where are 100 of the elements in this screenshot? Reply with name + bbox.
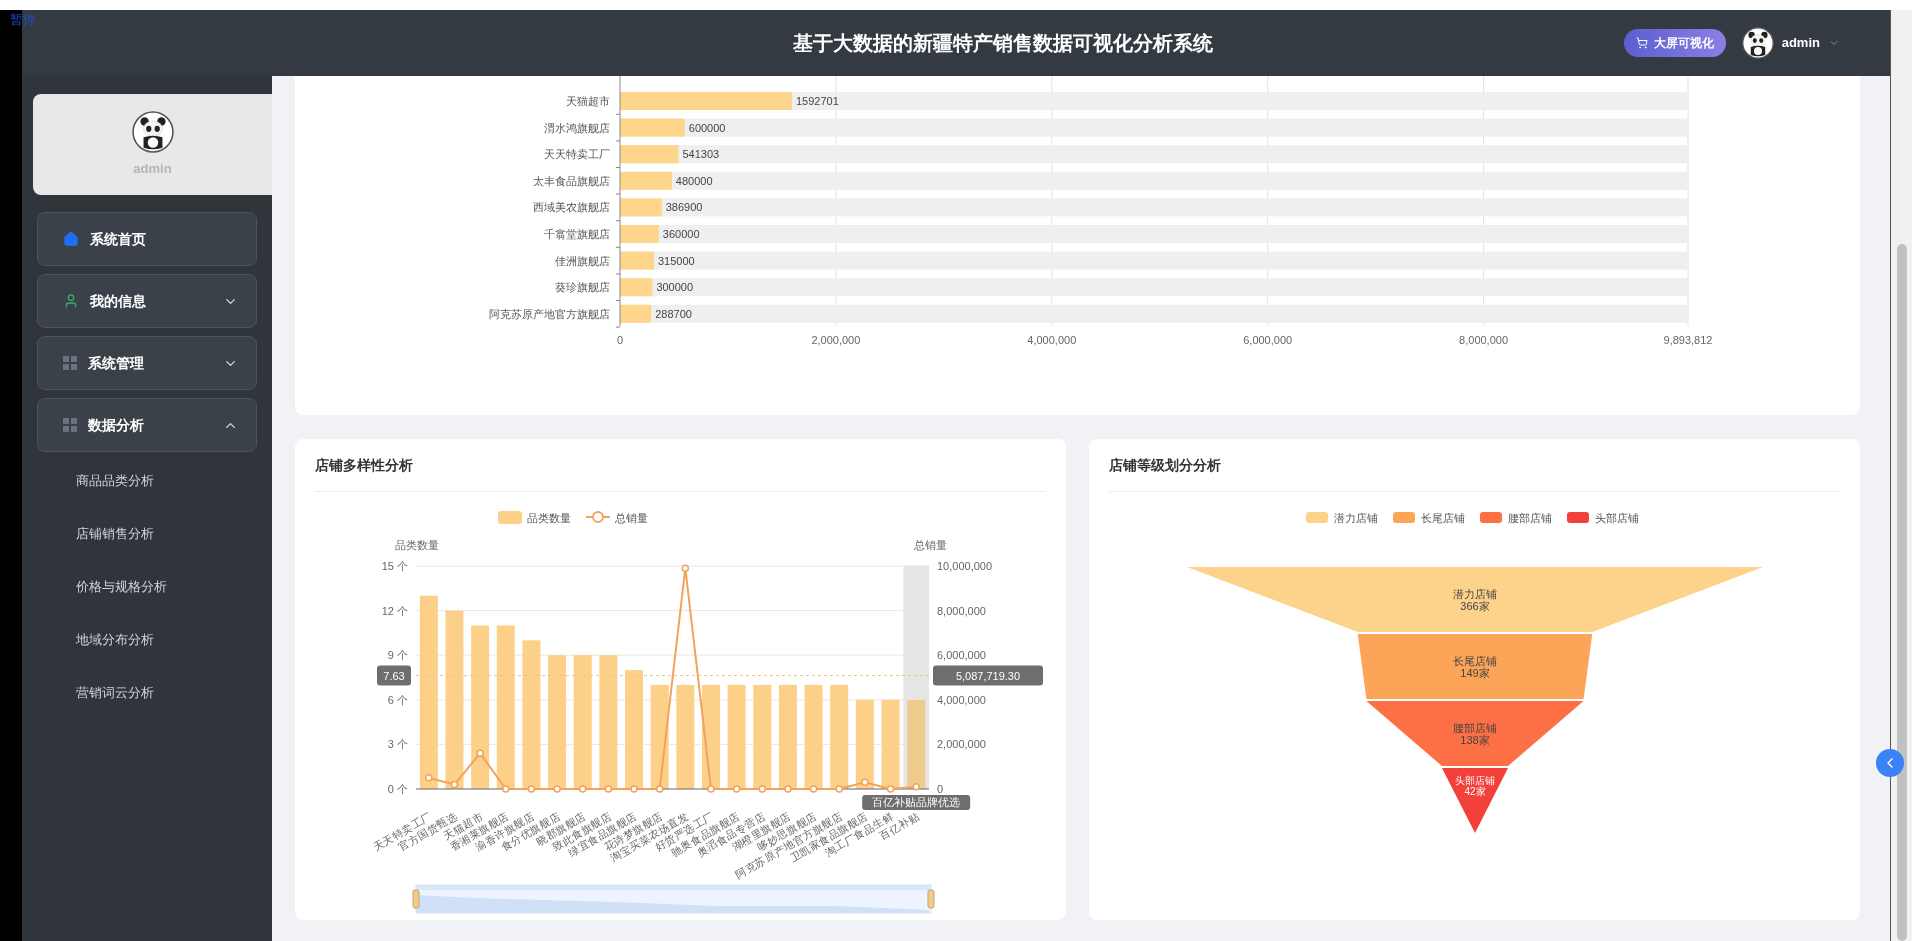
range-slider[interactable] — [412, 884, 935, 914]
pointer-label: 5,087,719.30 — [933, 665, 1043, 686]
tick-label: 6,000,000 — [1243, 334, 1293, 346]
ref-line-label: 7.63 — [383, 669, 405, 682]
funnel-label: 头部店铺 42家 — [1455, 775, 1495, 797]
point — [861, 778, 869, 787]
menu-item[interactable]: 我的信息 — [37, 274, 257, 328]
point — [886, 785, 895, 793]
bar — [620, 225, 659, 243]
panda-avatar-icon — [1741, 27, 1774, 59]
funnel-label: 腰部店铺 138家 — [1453, 721, 1497, 746]
menu-label: 系统管理 — [88, 353, 145, 373]
category-label: 渭水鸿旗舰店 — [544, 121, 610, 134]
tick-label: 2,000,000 — [937, 738, 986, 751]
pointer-label: 7.63 — [377, 665, 411, 686]
submenu-item[interactable]: 商品品类分析 — [76, 470, 154, 491]
funnel-label: 长尾店铺 149家 — [1453, 654, 1497, 679]
point — [655, 785, 664, 793]
point — [758, 785, 767, 793]
legend-swatch — [1393, 512, 1415, 523]
legend-label: 总销量 — [615, 512, 648, 524]
point — [732, 785, 741, 793]
data-label: 360000 — [662, 228, 700, 240]
tick-label: 6 个 — [387, 693, 408, 706]
legend-label: 头部店铺 — [1595, 512, 1639, 524]
point — [784, 785, 792, 793]
data-label: 600000 — [688, 121, 726, 134]
tick-label: 8,000,000 — [937, 604, 986, 617]
submenu-item[interactable]: 营销词云分析 — [76, 682, 154, 703]
menu-item[interactable]: 系统管理 — [37, 336, 257, 390]
category-tooltip: 百亿补贴品牌优选 — [862, 795, 971, 810]
point — [912, 783, 920, 791]
bar — [620, 145, 679, 164]
category-label: 阿克苏原产地官方旗舰店 — [489, 307, 610, 320]
point — [681, 564, 690, 572]
category-label: 千翕堂旗舰店 — [544, 228, 610, 240]
category-label: 佳洲旗舰店 — [555, 254, 610, 267]
menu-label: 数据分析 — [88, 415, 145, 435]
grid-icon — [63, 418, 77, 432]
tick-label: 4,000,000 — [1027, 334, 1077, 346]
submenu-item[interactable]: 价格与规格分析 — [76, 576, 167, 597]
card-title: 店铺等级划分分析 — [1109, 455, 1221, 475]
legend-label: 长尾店铺 — [1421, 512, 1465, 524]
bar — [620, 171, 672, 190]
funnel-label: 潜力店铺 366家 — [1453, 587, 1497, 612]
legend-label: 品类数量 — [527, 512, 571, 524]
cart-icon — [1635, 37, 1648, 49]
grid-icon — [63, 356, 77, 370]
tick-label: 0 — [937, 783, 944, 795]
category-label: 西域美农旗舰店 — [533, 201, 610, 214]
data-label: 300000 — [656, 281, 694, 294]
legend-line-icon — [585, 511, 611, 523]
point — [527, 785, 536, 793]
data-label: 386900 — [665, 201, 703, 214]
legend-swatch — [498, 511, 522, 524]
tick-label: 10,000,000 — [937, 560, 993, 572]
legend-swatch — [1306, 512, 1328, 523]
category-label: 葵珍旗舰店 — [555, 281, 610, 294]
home-icon — [63, 231, 79, 247]
data-label: 541303 — [682, 148, 720, 161]
point — [553, 785, 561, 793]
tick-label: 0 个 — [387, 783, 408, 795]
user-name[interactable]: admin — [1781, 33, 1820, 53]
panda-avatar-icon — [131, 110, 174, 153]
category-label: 天猫超市 — [566, 95, 610, 107]
bar — [620, 304, 652, 323]
point — [707, 785, 715, 793]
point — [578, 785, 587, 793]
card-title: 店铺多样性分析 — [315, 455, 413, 475]
funnel-layer — [1441, 768, 1509, 833]
point — [630, 785, 638, 793]
tick-label: 3 个 — [387, 738, 408, 751]
submenu-item[interactable]: 地域分布分析 — [76, 629, 154, 650]
data-label: 480000 — [675, 174, 713, 187]
tick-label: 6,000,000 — [937, 649, 986, 662]
tick-label: 0 — [616, 334, 624, 346]
tick-label: 15 个 — [381, 560, 408, 572]
app-title: 基于大数据的新疆特产销售数据可视化分析系统 — [792, 31, 1213, 56]
point — [450, 780, 459, 789]
bar — [620, 278, 653, 297]
point — [835, 785, 843, 793]
tick-label: 8,000,000 — [1459, 334, 1509, 346]
bar — [620, 198, 662, 217]
legend-swatch — [1567, 512, 1589, 523]
legend-label: 腰部店铺 — [1508, 512, 1552, 524]
point — [502, 785, 510, 793]
submenu-item[interactable]: 店铺销售分析 — [76, 523, 154, 544]
menu-item[interactable]: 数据分析 — [37, 398, 257, 452]
legend-label: 潜力店铺 — [1334, 512, 1378, 524]
point — [476, 749, 484, 758]
point — [604, 785, 613, 793]
big-screen-button[interactable]: 大屏可视化 — [1623, 29, 1726, 57]
pause-label: 暂停 — [10, 11, 36, 29]
user-icon — [63, 293, 79, 309]
data-label: 315000 — [658, 254, 695, 267]
tick-label: 12 个 — [381, 604, 408, 617]
category-label: 天天特卖工厂 — [544, 148, 610, 161]
bar — [620, 251, 654, 270]
menu-item[interactable]: 系统首页 — [37, 212, 257, 266]
tick-label: 9,893,812 — [1663, 334, 1713, 346]
